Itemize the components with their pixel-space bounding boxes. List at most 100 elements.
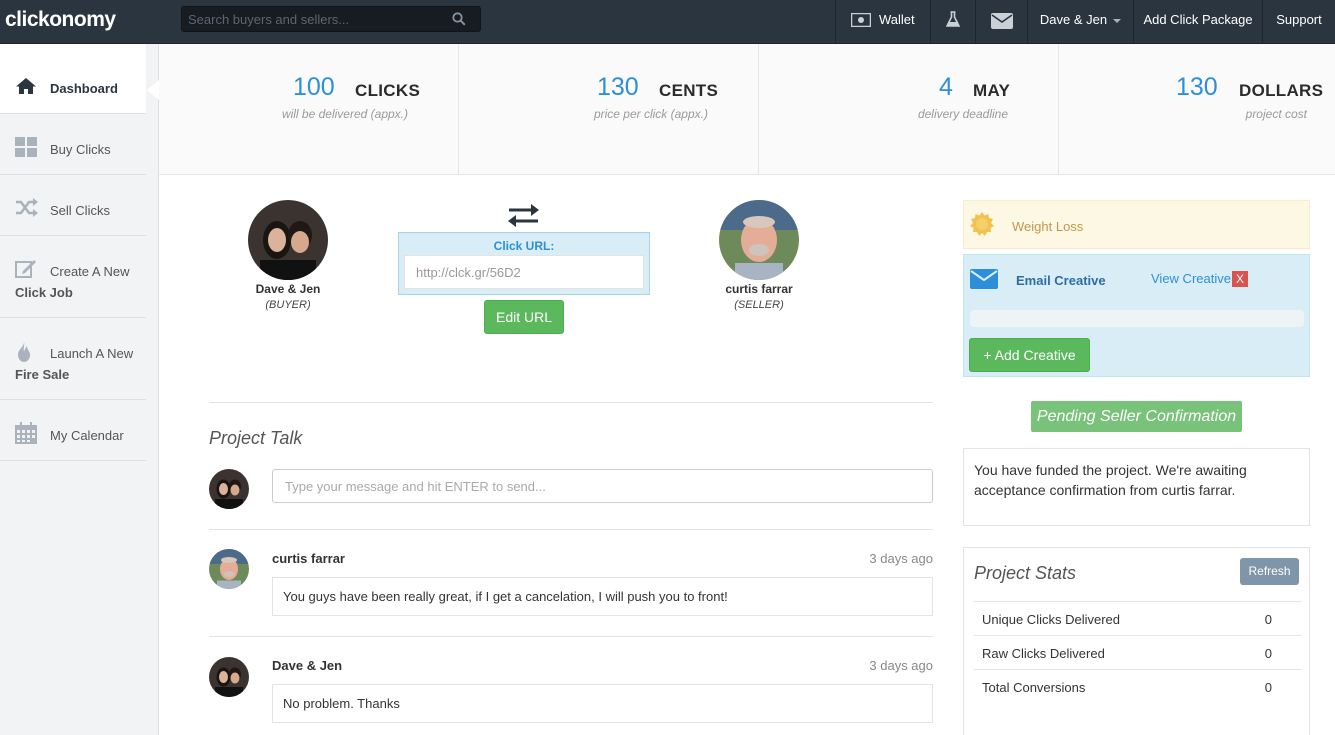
stats-row-value: 0 [1264,612,1272,627]
sidebar-item-label: Dashboard [50,81,118,96]
stat-unit: MAY [973,81,1011,100]
labs-nav[interactable] [930,0,975,43]
chevron-down-icon [1113,18,1122,23]
stats-row-label: Total Conversions [982,680,1086,695]
sidebar-item-dashboard[interactable]: Dashboard [0,44,146,114]
stats-row-label: Raw Clicks Delivered [982,646,1105,661]
comment-avatar [209,549,249,589]
remove-creative-button[interactable]: X [1232,271,1248,287]
message-input[interactable] [272,469,933,503]
refresh-button[interactable]: Refresh [1240,558,1299,585]
stat-value: 4 [939,73,953,101]
sidebar-item-sell-clicks[interactable]: Sell Clicks [0,175,146,236]
fire-icon [18,342,30,362]
edit-icon [15,260,36,278]
stat-caption: delivery deadline [917,107,1008,121]
project-stats-title: Project Stats [974,563,1077,583]
comment-avatar [209,657,249,697]
sidebar-item-label: Buy Clicks [50,142,111,157]
stat-price: 130 CENTS price per click (appx.) [459,44,759,174]
seller-name: curtis farrar [725,282,793,296]
project-stats-panel: Project Stats Refresh Unique Clicks Deli… [963,547,1310,735]
divider [209,529,933,530]
stats-row-value: 0 [1264,646,1272,661]
stat-cost: 130 DOLLARS project cost [1059,44,1335,174]
sidebar-item-label: Create A New [50,264,130,279]
stats-row-value: 0 [1264,680,1272,695]
stat-unit: DOLLARS [1239,81,1324,100]
stat-value: 130 [597,73,639,101]
stat-value: 130 [1176,73,1218,101]
badge-icon [970,212,994,236]
stat-caption: project cost [1245,107,1307,121]
add-click-package-nav[interactable]: Add Click Package [1133,0,1262,43]
envelope-icon [991,13,1013,29]
app-logo[interactable]: clickonomy [5,8,116,32]
user-menu-label: Dave & Jen [1039,12,1108,27]
creative-progress-bar [970,310,1304,327]
click-url-field[interactable] [404,255,644,289]
sidebar-item-buy-clicks[interactable]: Buy Clicks [0,114,146,175]
edit-url-button[interactable]: Edit URL [484,300,564,334]
stat-caption: price per click (appx.) [593,107,708,121]
stat-unit: CENTS [659,81,719,100]
seller-avatar[interactable] [719,200,799,280]
comment-author[interactable]: curtis farrar [272,551,345,566]
creative-type: Email Creative [1016,273,1106,288]
comment-body: No problem. Thanks [272,684,933,723]
stats-row: Raw Clicks Delivered 0 [974,635,1302,669]
buyer-name: Dave & Jen [255,282,321,296]
calendar-icon [15,422,37,444]
money-icon [851,13,871,27]
sidebar-item-create-click-job[interactable]: Create A New Click Job [0,236,146,318]
current-user-avatar [209,469,249,509]
comment-author[interactable]: Dave & Jen [272,658,342,673]
seller-role: (SELLER) [734,299,784,311]
search-icon[interactable] [452,12,466,26]
messages-nav[interactable] [975,0,1027,43]
stat-caption: will be delivered (appx.) [281,107,408,121]
category-label: Weight Loss [1012,219,1084,234]
buyer-role: (BUYER) [265,299,311,311]
wallet-label: Wallet [879,12,915,27]
search-input[interactable] [188,10,448,28]
envelope-icon [970,269,998,289]
wallet-nav[interactable]: Wallet [835,0,930,43]
sidebar-item-sublabel: Fire Sale [15,367,70,382]
status-badge: Pending Seller Confirmation [1031,401,1242,432]
sidebar-item-fire-sale[interactable]: Launch A New Fire Sale [0,318,146,400]
stat-unit: CLICKS [355,81,421,100]
category-tag: Weight Loss [963,200,1310,249]
buyer-avatar[interactable] [248,200,328,280]
sidebar-item-label: Sell Clicks [50,203,110,218]
sidebar-item-label: My Calendar [50,428,124,443]
comment-time: 3 days ago [869,658,933,673]
sidebar-item-sublabel: Click Job [15,285,73,300]
shuffle-icon [16,198,38,217]
divider [209,402,933,403]
sidebar-item-my-calendar[interactable]: My Calendar [0,400,146,461]
swap-arrows-icon [508,204,539,227]
status-notice: You have funded the project. We're await… [963,448,1310,526]
stats-row-label: Unique Clicks Delivered [982,612,1120,627]
click-url-label: Click URL: [493,239,555,253]
search-box [181,6,481,32]
view-creative-link[interactable]: View Creative [1151,271,1231,286]
divider [209,636,933,637]
support-nav[interactable]: Support [1262,0,1335,43]
add-creative-button[interactable]: + Add Creative [969,338,1090,372]
top-navbar: clickonomy Wallet Dave & Jen Add Click P… [0,0,1335,44]
user-menu[interactable]: Dave & Jen [1027,0,1133,43]
creative-panel: Email Creative View Creative X + Add Cre… [963,254,1310,377]
seller-role-label: SELLER [737,299,781,311]
home-icon [16,78,36,94]
stat-clicks: 100 CLICKS will be delivered (appx.) [159,44,459,174]
flask-icon [946,11,960,27]
project-summary: 100 CLICKS will be delivered (appx.) 130… [159,44,1335,175]
buyer-role-label: BUYER [269,299,307,311]
sidebar-item-label: Launch A New [50,346,134,361]
project-talk-title: Project Talk [209,428,303,448]
active-indicator [147,80,159,100]
stat-deadline: 4 MAY delivery deadline [759,44,1059,174]
grid-icon [15,137,37,157]
